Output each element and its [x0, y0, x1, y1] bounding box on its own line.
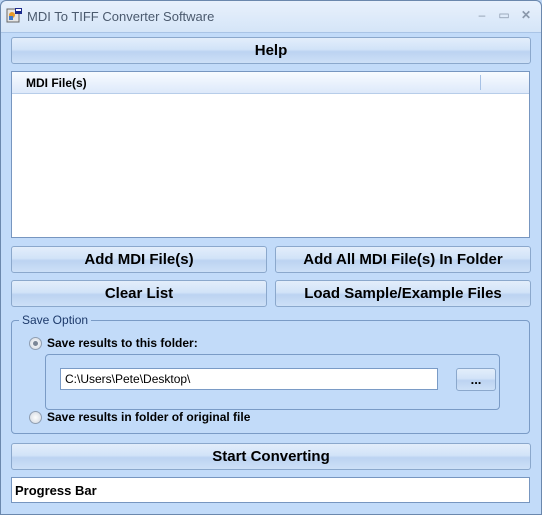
close-button[interactable]: ✕ — [517, 7, 535, 23]
load-sample-button[interactable]: Load Sample/Example Files — [275, 280, 531, 307]
radio-save-original-label: Save results in folder of original file — [47, 410, 251, 424]
add-folder-button[interactable]: Add All MDI File(s) In Folder — [275, 246, 531, 273]
column-header-mdi-files[interactable]: MDI File(s) — [26, 76, 87, 90]
save-option-group: Save Option Save results to this folder:… — [11, 313, 530, 434]
clear-list-button[interactable]: Clear List — [11, 280, 267, 307]
app-icon — [6, 8, 22, 23]
window-title: MDI To TIFF Converter Software — [27, 9, 215, 24]
maximize-button[interactable]: ▭ — [495, 7, 513, 23]
title-bar: MDI To TIFF Converter Software – ▭ ✕ — [1, 1, 541, 33]
browse-button[interactable]: ... — [456, 368, 496, 391]
start-converting-button[interactable]: Start Converting — [11, 443, 531, 470]
radio-button-checked-icon[interactable] — [29, 336, 42, 350]
radio-save-to-folder[interactable]: Save results to this folder: — [29, 336, 198, 350]
column-divider[interactable] — [480, 75, 481, 90]
radio-save-original[interactable]: Save results in folder of original file — [29, 410, 250, 424]
help-button[interactable]: Help — [11, 37, 531, 64]
folder-path-box: ... — [45, 354, 500, 410]
folder-path-input[interactable] — [60, 368, 438, 390]
save-option-label: Save Option — [19, 313, 92, 327]
file-list-header: MDI File(s) — [12, 72, 529, 94]
minimize-button[interactable]: – — [473, 7, 491, 23]
add-files-button[interactable]: Add MDI File(s) — [11, 246, 267, 273]
radio-button-unchecked-icon[interactable] — [29, 410, 42, 424]
file-list[interactable]: MDI File(s) — [11, 71, 530, 238]
radio-save-to-folder-label: Save results to this folder: — [47, 336, 198, 350]
progress-bar: Progress Bar — [11, 477, 530, 503]
